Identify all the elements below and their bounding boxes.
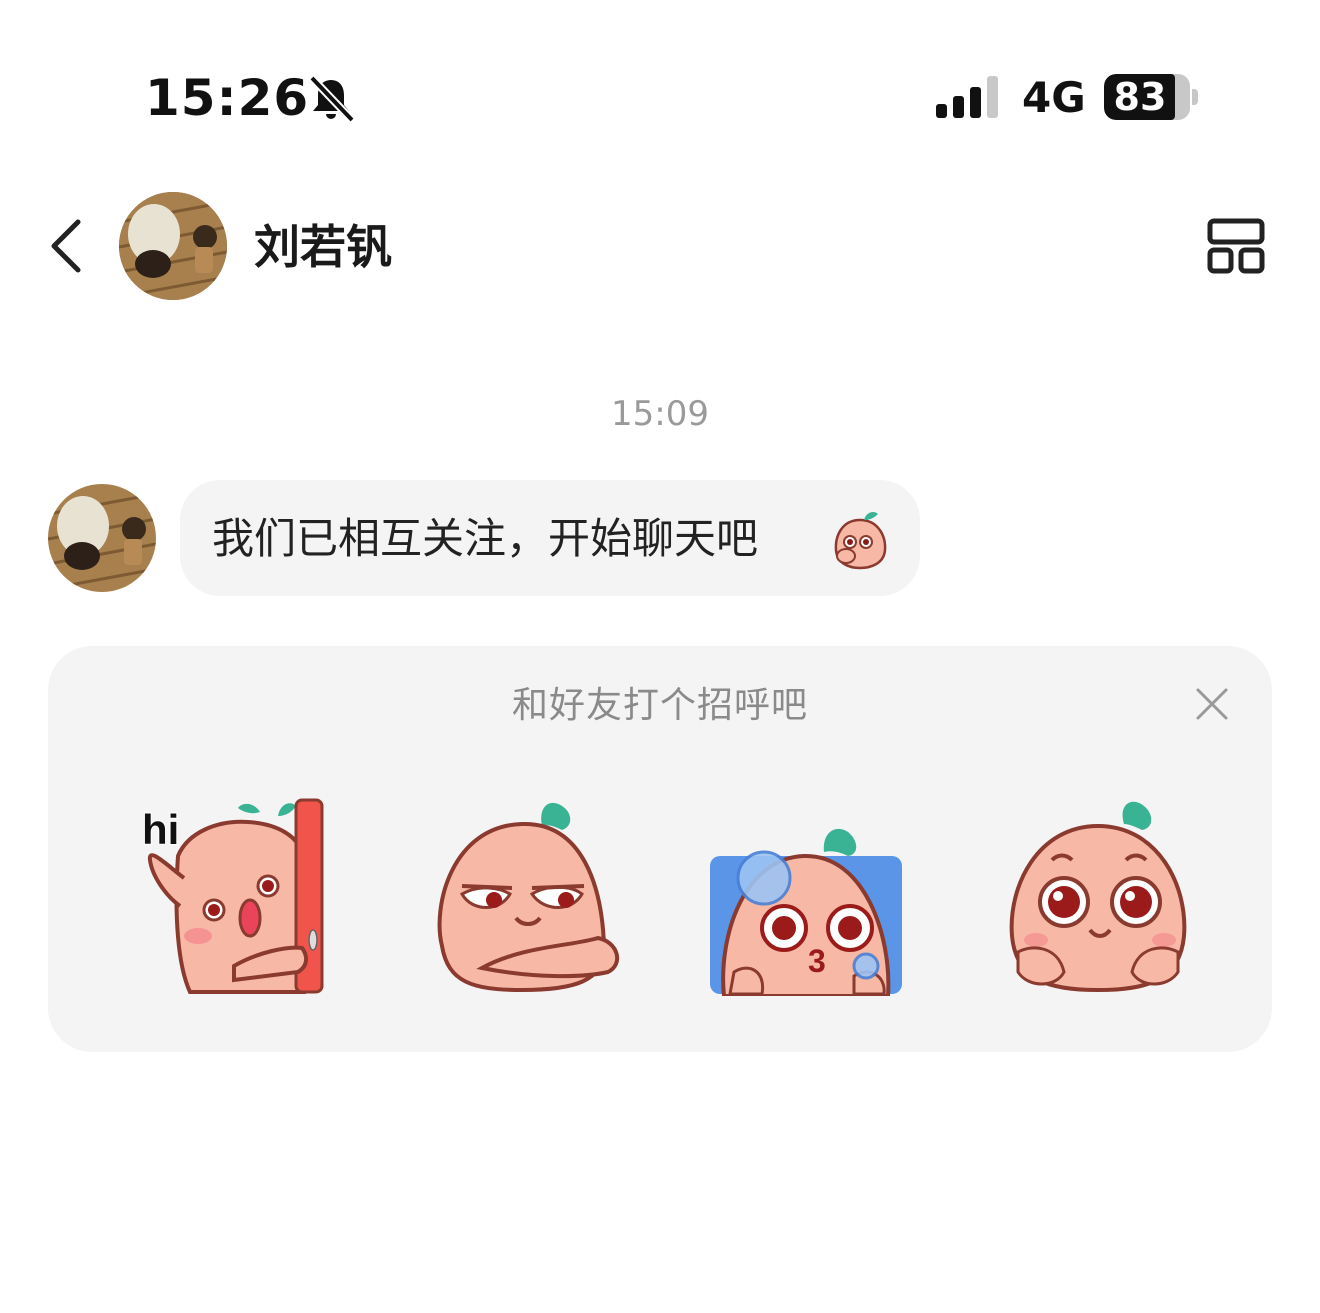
close-icon[interactable] bbox=[1194, 686, 1230, 722]
contact-name[interactable]: 刘若钒 bbox=[254, 220, 392, 274]
battery-label: 83 bbox=[1113, 75, 1167, 119]
status-time: 15:26 bbox=[145, 69, 310, 127]
peach-emoji-icon bbox=[834, 512, 887, 570]
message-timestamp: 15:09 bbox=[611, 394, 709, 434]
avatar-image bbox=[119, 192, 227, 300]
chevron-left-icon[interactable] bbox=[44, 216, 94, 276]
sticker-hi[interactable]: hi bbox=[138, 796, 338, 996]
sticker-kiss[interactable]: 3 bbox=[704, 796, 904, 996]
layout-grid-icon[interactable] bbox=[1206, 216, 1266, 276]
avatar-image bbox=[48, 484, 156, 592]
greeting-panel: 和好友打个招呼吧 hi 3 bbox=[48, 646, 1272, 1052]
bell-slash-icon bbox=[309, 75, 355, 123]
signal-bars-icon bbox=[936, 76, 998, 118]
contact-avatar[interactable] bbox=[119, 192, 227, 300]
svg-text:3: 3 bbox=[808, 943, 826, 979]
battery-tip bbox=[1192, 89, 1198, 105]
battery-indicator: 83 bbox=[1104, 74, 1190, 120]
message-text: 我们已相互关注，开始聊天吧 bbox=[212, 514, 759, 563]
sticker-hi-caption: hi bbox=[142, 806, 179, 853]
sticker-smug[interactable] bbox=[422, 796, 622, 996]
greeting-title: 和好友打个招呼吧 bbox=[511, 685, 808, 726]
sticker-cute[interactable] bbox=[998, 796, 1198, 996]
message-sender-avatar[interactable] bbox=[48, 484, 156, 592]
message-bubble[interactable]: 我们已相互关注，开始聊天吧 bbox=[180, 480, 920, 596]
network-type: 4G bbox=[1022, 73, 1086, 122]
